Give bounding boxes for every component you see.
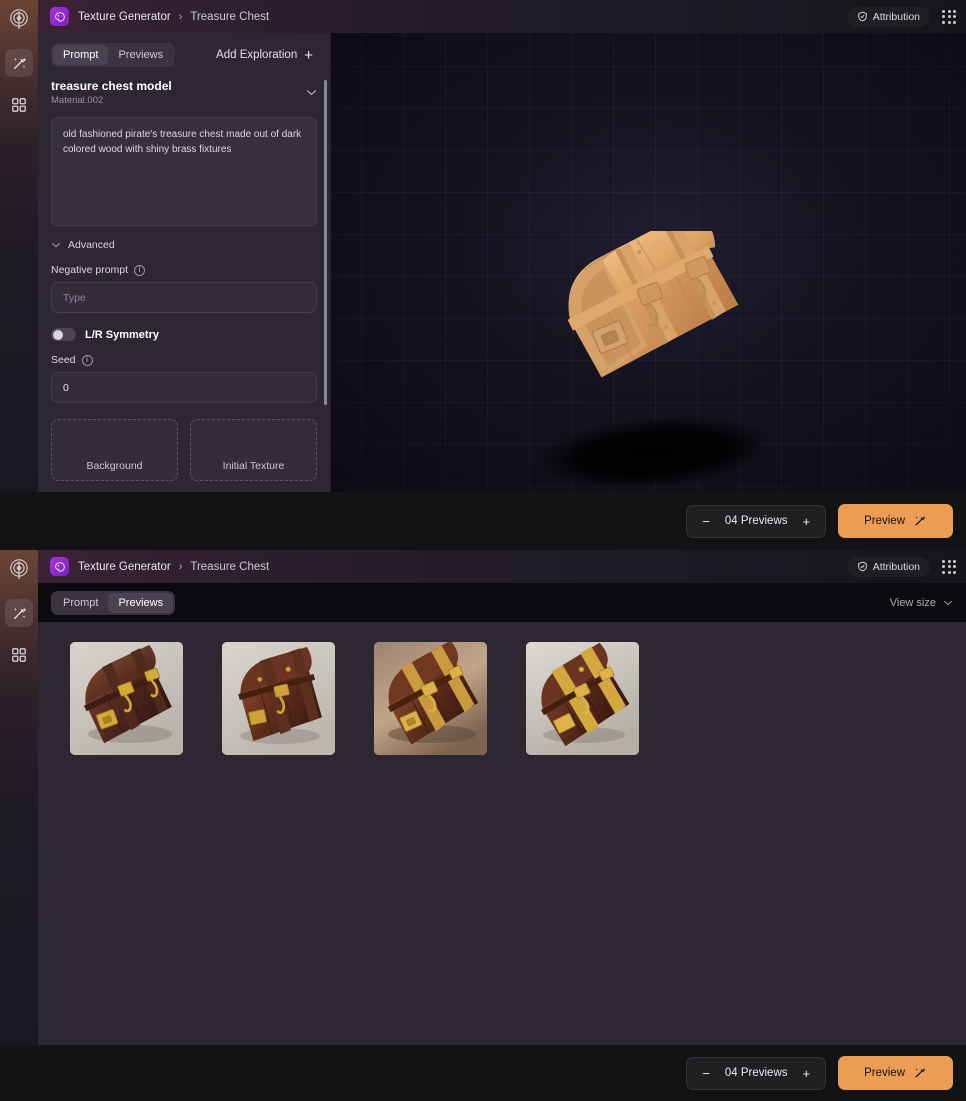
radar-logo-icon[interactable] <box>4 555 34 585</box>
tab-prompt[interactable]: Prompt <box>53 45 109 65</box>
attribution-label: Attribution <box>872 560 920 573</box>
view-tabs: Prompt Previews <box>51 590 176 615</box>
info-icon[interactable]: i <box>81 354 93 366</box>
view-size-dropdown[interactable]: View size <box>890 597 953 609</box>
minus-icon[interactable]: − <box>702 1067 710 1080</box>
app-header: Texture Generator › Treasure Chest Attri… <box>38 550 966 583</box>
attribution-button[interactable]: Attribution <box>846 6 930 27</box>
initial-texture-upload[interactable]: Initial Texture <box>190 419 317 481</box>
radar-logo-icon[interactable] <box>4 5 34 35</box>
tab-previews[interactable]: Previews <box>108 592 174 613</box>
chevron-down-icon[interactable] <box>306 79 317 99</box>
attribution-label: Attribution <box>872 10 920 23</box>
previews-count-stepper[interactable]: − 04 Previews + <box>686 504 827 538</box>
negative-prompt-label: Negative prompt <box>51 264 129 276</box>
grid-apps-icon[interactable] <box>942 559 956 574</box>
panel-tabbar: Prompt Previews Add Exploration + <box>38 33 330 67</box>
action-bar-bottom: − 04 Previews + Preview <box>0 1045 966 1101</box>
3d-viewport[interactable] <box>331 33 966 492</box>
app-header: Texture Generator › Treasure Chest Attri… <box>38 0 966 33</box>
seed-input[interactable]: 0 <box>51 372 317 403</box>
application-root: Texture Generator › Treasure Chest Attri… <box>0 0 966 1101</box>
advanced-toggle[interactable]: Advanced <box>51 239 317 251</box>
magic-wand-icon[interactable] <box>5 49 33 77</box>
preview-button[interactable]: Preview <box>838 1056 953 1090</box>
tab-previews[interactable]: Previews <box>108 45 173 65</box>
preview-thumbnail-3[interactable] <box>374 642 487 755</box>
breadcrumb-separator: › <box>178 10 183 23</box>
prompt-side-panel: Prompt Previews Add Exploration + treasu… <box>38 33 331 492</box>
seed-label-row: Seed i <box>51 354 317 366</box>
preview-button[interactable]: Preview <box>838 504 953 538</box>
negative-prompt-input[interactable]: Type <box>51 282 317 313</box>
preview-thumbnail-4[interactable] <box>526 642 639 755</box>
texture-generator-previews-view: Texture Generator › Treasure Chest Attri… <box>0 550 966 1045</box>
palette-icon[interactable] <box>50 7 69 26</box>
seed-label: Seed <box>51 354 76 366</box>
header-actions: Attribution <box>846 6 956 27</box>
breadcrumb-root[interactable]: Texture Generator <box>78 561 171 573</box>
tab-prompt[interactable]: Prompt <box>53 593 108 613</box>
grid-2x2-icon[interactable] <box>5 641 33 669</box>
background-upload[interactable]: Background <box>51 419 178 481</box>
symmetry-row[interactable]: L/R Symmetry <box>51 328 317 341</box>
grid-apps-icon[interactable] <box>942 9 956 24</box>
preview-button-label: Preview <box>864 1067 905 1079</box>
action-controls: − 04 Previews + Preview <box>686 504 953 538</box>
thumbnail-grid <box>38 622 966 755</box>
preview-button-label: Preview <box>864 515 905 527</box>
add-exploration-label: Add Exploration <box>216 49 298 61</box>
preview-thumbnail-1[interactable] <box>70 642 183 755</box>
shield-check-icon <box>857 561 867 572</box>
material-title: treasure chest model <box>51 79 172 93</box>
prompt-textarea[interactable]: old fashioned pirate's treasure chest ma… <box>51 117 317 226</box>
breadcrumb-separator: › <box>178 560 183 573</box>
magic-wand-icon <box>915 516 926 526</box>
preview-thumbnail-2[interactable] <box>222 642 335 755</box>
chevron-down-icon <box>943 600 953 605</box>
magic-wand-icon[interactable] <box>5 599 33 627</box>
treasure-chest-3d-model[interactable] <box>543 208 773 381</box>
breadcrumb-current: Treasure Chest <box>190 560 270 573</box>
lr-symmetry-label: L/R Symmetry <box>85 328 159 341</box>
add-exploration-button[interactable]: Add Exploration + <box>216 48 317 63</box>
header-actions: Attribution <box>846 556 956 577</box>
plus-icon: + <box>304 46 313 64</box>
material-header[interactable]: treasure chest model Material.002 <box>38 67 330 106</box>
info-icon[interactable]: i <box>134 264 146 276</box>
grid-2x2-icon[interactable] <box>5 91 33 119</box>
panel-scrollbar[interactable] <box>324 80 327 405</box>
magic-wand-icon <box>915 1068 926 1078</box>
action-bar-top: − 04 Previews + Preview <box>0 492 966 550</box>
left-rail <box>0 550 38 1045</box>
palette-icon[interactable] <box>50 557 69 576</box>
action-bar-rail-fill <box>0 492 38 550</box>
view-size-label: View size <box>889 596 936 609</box>
previews-tabbar: Prompt Previews View size <box>38 583 966 622</box>
view-tabs: Prompt Previews <box>51 43 176 67</box>
action-controls: − 04 Previews + Preview <box>686 1056 953 1090</box>
advanced-label: Advanced <box>68 239 115 251</box>
texture-generator-prompt-view: Texture Generator › Treasure Chest Attri… <box>0 0 966 492</box>
chevron-down-icon <box>51 240 61 251</box>
previews-gallery <box>38 622 966 1045</box>
minus-icon[interactable]: − <box>702 515 710 528</box>
material-subtitle: Material.002 <box>51 95 104 106</box>
previews-count-label: 04 Previews <box>724 1067 788 1079</box>
negative-prompt-label-row: Negative prompt i <box>51 264 317 276</box>
upload-row: Background Initial Texture <box>51 419 317 481</box>
lr-symmetry-toggle[interactable] <box>51 328 76 341</box>
breadcrumb-root[interactable]: Texture Generator <box>78 11 171 23</box>
left-rail <box>0 0 38 492</box>
attribution-button[interactable]: Attribution <box>846 556 930 577</box>
breadcrumb-current: Treasure Chest <box>190 10 270 23</box>
previews-count-stepper[interactable]: − 04 Previews + <box>686 1056 827 1090</box>
plus-icon[interactable]: + <box>803 515 811 528</box>
action-bar-rail-fill <box>0 1045 38 1101</box>
previews-count-label: 04 Previews <box>724 515 788 527</box>
shield-check-icon <box>857 11 867 22</box>
plus-icon[interactable]: + <box>803 1067 811 1080</box>
